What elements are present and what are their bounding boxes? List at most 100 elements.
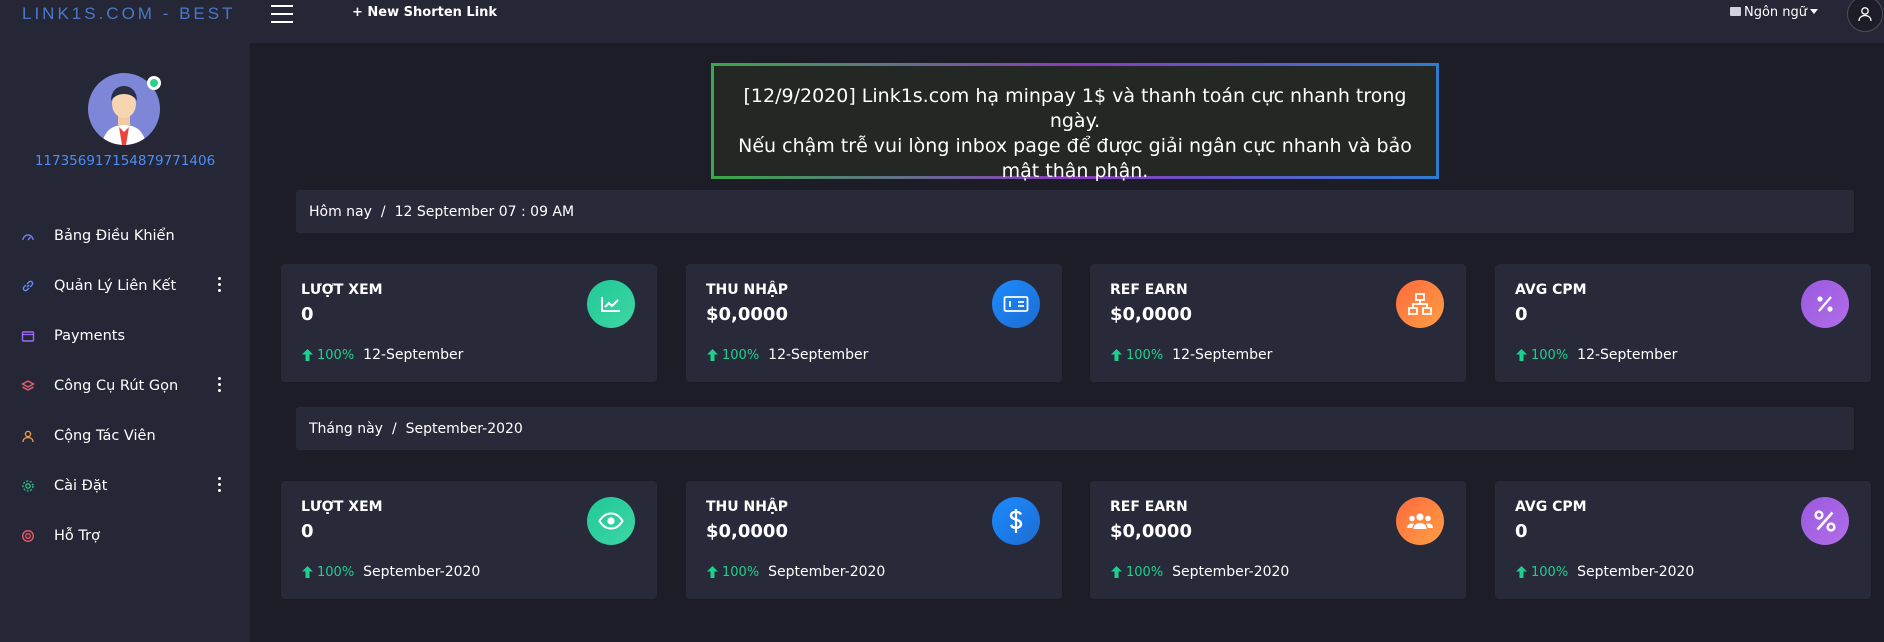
card-period: September-2020 (363, 564, 481, 580)
card-period: 12-September (363, 347, 464, 363)
dashboard-icon (20, 228, 36, 244)
sidebar: 117356917154879771406 Bảng Điều Khiển Qu… (0, 43, 250, 642)
announcement-line-2: Nếu chậm trễ vui lòng inbox page để được… (738, 135, 1412, 182)
card-period: 12-September (1172, 347, 1273, 363)
stat-card-today-ref-earn: REF EARN $0,0000 100% 12-September (1090, 264, 1466, 382)
brand-logo[interactable]: LINK1S.COM - BEST (0, 0, 250, 43)
sidebar-item-settings[interactable]: Cài Đặt (0, 461, 250, 511)
more-options-icon[interactable] (216, 477, 222, 495)
card-percent: 100% (722, 347, 760, 363)
card-footer: 100% September-2020 (1515, 564, 1694, 580)
stat-card-month-ref-earn: REF EARN $0,0000 100% September-2020 (1090, 481, 1466, 599)
sidebar-item-label: Hỗ Trợ (54, 528, 100, 544)
card-percent: 100% (1126, 347, 1164, 363)
language-selector[interactable]: Ngôn ngữ (1730, 5, 1819, 20)
card-value: $0,0000 (1110, 304, 1192, 325)
card-title: LƯỢT XEM (301, 282, 383, 298)
card-period: September-2020 (1577, 564, 1695, 580)
network-icon (1396, 280, 1444, 328)
card-period: September-2020 (768, 564, 886, 580)
online-status-indicator (147, 76, 161, 90)
card-period: 12-September (768, 347, 869, 363)
sidebar-item-label: Cộng Tác Viên (54, 428, 156, 444)
sidebar-item-dashboard[interactable]: Bảng Điều Khiển (0, 211, 250, 261)
card-title: LƯỢT XEM (301, 499, 383, 515)
sidebar-item-affiliates[interactable]: Cộng Tác Viên (0, 411, 250, 461)
card-percent: 100% (317, 564, 355, 580)
language-label: Ngôn ngữ (1744, 5, 1808, 20)
group-icon (1396, 497, 1444, 545)
top-bar: LINK1S.COM - BEST + New Shorten Link Ngô… (0, 0, 1884, 43)
month-breadcrumb: Tháng này / September-2020 (296, 407, 1854, 450)
sidebar-item-label: Công Cụ Rút Gọn (54, 378, 179, 394)
card-value: $0,0000 (1110, 521, 1192, 542)
flag-icon (1730, 7, 1741, 16)
card-title: AVG CPM (1515, 282, 1587, 298)
link-icon (20, 278, 36, 294)
announcement-line-1: [12/9/2020] Link1s.com hạ minpay 1$ và t… (743, 85, 1407, 132)
user-icon (1858, 7, 1872, 22)
arrow-up-icon (302, 566, 313, 578)
arrow-up-icon (302, 349, 313, 361)
stat-card-month-income: THU NHẬP $0,0000 100% September-2020 (686, 481, 1062, 599)
percent-icon (1801, 497, 1849, 545)
gear-icon (20, 478, 36, 494)
card-footer: 100% 12-September (706, 347, 868, 363)
stat-card-month-views: LƯỢT XEM 0 100% September-2020 (281, 481, 657, 599)
month-label: Tháng này (309, 420, 383, 437)
card-footer: 100% 12-September (1515, 347, 1677, 363)
card-period: 12-September (1577, 347, 1678, 363)
sidebar-item-label: Quản Lý Liên Kết (54, 278, 177, 294)
card-footer: 100% 12-September (301, 347, 463, 363)
new-shorten-link-button[interactable]: + New Shorten Link (352, 5, 497, 20)
users-icon (20, 428, 36, 444)
card-value: 0 (1515, 304, 1528, 325)
arrow-up-icon (1111, 349, 1122, 361)
dollar-icon (992, 497, 1040, 545)
lifebuoy-icon (20, 528, 36, 544)
more-options-icon[interactable] (216, 277, 222, 295)
arrow-up-icon (707, 566, 718, 578)
card-percent: 100% (1531, 347, 1569, 363)
sidebar-item-label: Bảng Điều Khiển (54, 228, 175, 244)
percent-icon (1801, 280, 1849, 328)
card-title: REF EARN (1110, 499, 1188, 515)
card-percent: 100% (1531, 564, 1569, 580)
sidebar-item-support[interactable]: Hỗ Trợ (0, 511, 250, 561)
today-breadcrumb: Hôm nay / 12 September 07 : 09 AM (296, 190, 1854, 233)
card-footer: 100% September-2020 (1110, 564, 1289, 580)
more-options-icon[interactable] (216, 377, 222, 395)
username[interactable]: 117356917154879771406 (0, 153, 250, 169)
card-percent: 100% (1126, 564, 1164, 580)
menu-toggle-icon[interactable] (271, 5, 293, 23)
card-footer: 100% September-2020 (706, 564, 885, 580)
caret-down-icon (1810, 9, 1819, 14)
card-value: $0,0000 (706, 304, 788, 325)
arrow-up-icon (1111, 566, 1122, 578)
today-date: 12 September 07 : 09 AM (394, 203, 575, 220)
card-value: 0 (1515, 521, 1528, 542)
card-percent: 100% (317, 347, 355, 363)
card-period: September-2020 (1172, 564, 1290, 580)
arrow-up-icon (707, 349, 718, 361)
sidebar-item-label: Payments (54, 328, 126, 344)
layers-icon (20, 378, 36, 394)
chart-icon (587, 280, 635, 328)
stat-card-month-avg-cpm: AVG CPM 0 100% September-2020 (1495, 481, 1871, 599)
card-percent: 100% (722, 564, 760, 580)
month-date: September-2020 (405, 420, 523, 437)
announcement-banner: [12/9/2020] Link1s.com hạ minpay 1$ và t… (711, 63, 1439, 182)
user-menu-button[interactable] (1847, 0, 1883, 32)
card-value: $0,0000 (706, 521, 788, 542)
card-title: AVG CPM (1515, 499, 1587, 515)
sidebar-item-shorten-tools[interactable]: Công Cụ Rút Gọn (0, 361, 250, 411)
breadcrumb-separator: / (391, 420, 397, 437)
sidebar-item-payments[interactable]: Payments (0, 311, 250, 361)
eye-icon (587, 497, 635, 545)
stat-card-today-income: THU NHẬP $0,0000 100% 12-September (686, 264, 1062, 382)
arrow-up-icon (1516, 349, 1527, 361)
wallet-icon (20, 328, 36, 344)
sidebar-menu: Bảng Điều Khiển Quản Lý Liên Kết Payment… (0, 211, 250, 561)
sidebar-item-link-management[interactable]: Quản Lý Liên Kết (0, 261, 250, 311)
card-footer: 100% September-2020 (301, 564, 480, 580)
